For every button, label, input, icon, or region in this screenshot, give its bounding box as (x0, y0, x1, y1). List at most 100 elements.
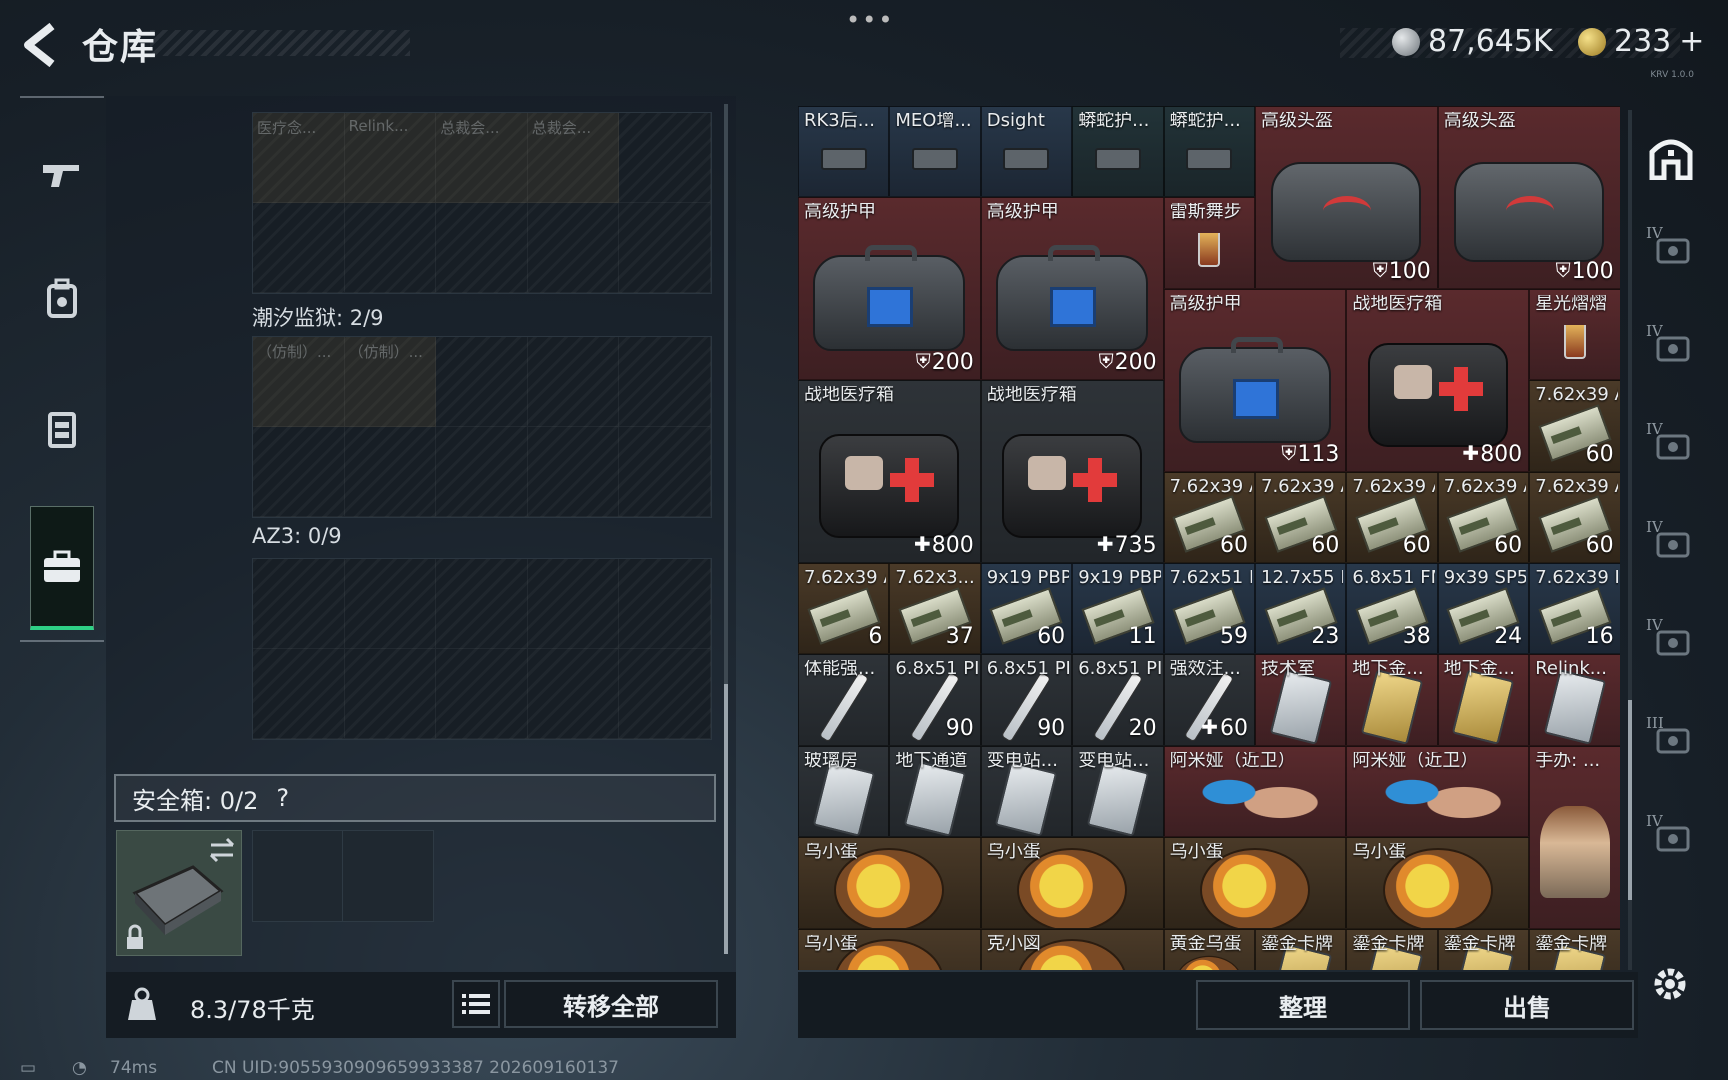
safebox-item[interactable] (116, 830, 242, 956)
right-nav-category[interactable]: IV (1644, 512, 1698, 572)
inventory-item[interactable]: Relink... (1529, 654, 1620, 746)
right-nav-category[interactable]: IV (1644, 414, 1698, 474)
sell-button[interactable]: 出售 (1420, 980, 1634, 1030)
inventory-item[interactable]: 玻璃房 (798, 745, 890, 838)
inventory-item[interactable]: 乌小蛋 (980, 837, 1164, 929)
grid-cell[interactable] (436, 203, 528, 293)
grid-cell[interactable]: 医疗念... (253, 113, 345, 203)
right-nav-category[interactable]: IV (1644, 218, 1698, 278)
grid-cell[interactable] (436, 337, 528, 427)
inventory-item[interactable]: 6.8x51 PI 90 (980, 654, 1073, 746)
grid-cell[interactable] (619, 337, 711, 427)
add-currency-button[interactable]: + (1679, 24, 1704, 59)
inventory-item[interactable]: 7.62x39 AP 60 (1437, 471, 1530, 563)
inventory-item[interactable]: 6.8x51 PI 20 (1072, 654, 1164, 746)
grid-cell[interactable] (253, 427, 345, 517)
grid-cell[interactable] (527, 427, 620, 517)
inventory-item[interactable]: 雷斯舞步 (1163, 197, 1255, 289)
grid-cell[interactable] (344, 649, 437, 739)
inventory-item[interactable]: 战地医疗箱 800 ✚ (1346, 288, 1530, 472)
grid-cell[interactable] (436, 427, 528, 517)
currency-gold[interactable]: 233 + (1578, 24, 1704, 59)
grid-cell[interactable] (436, 559, 528, 649)
settings-button[interactable] (1648, 962, 1692, 1010)
inventory-item[interactable]: 9x19 PBP 11 (1072, 563, 1164, 655)
grid-cell[interactable]: Relink... (344, 113, 437, 203)
inventory-item[interactable]: 战地医疗箱 800 ✚ (798, 380, 981, 563)
inventory-item[interactable]: 7.62x39 AP 60 (1255, 471, 1347, 563)
inventory-item[interactable]: 高级护甲 200 ⛨ (798, 197, 981, 381)
inventory-grid[interactable]: RK3后... MEO增... Dsight 蟒蛇护... 蟒蛇护... 高级头盔 100 ⛨… (798, 106, 1620, 970)
inventory-item[interactable]: 体能强... (798, 654, 890, 746)
inventory-item[interactable]: 6.8x51 FMJ 38 (1346, 563, 1438, 655)
inventory-item[interactable]: 星光熠熠 (1529, 288, 1620, 381)
container-grid-2[interactable]: （仿制）... （仿制）... (252, 336, 712, 518)
inventory-item[interactable]: 技术室 (1255, 654, 1347, 746)
grid-cell[interactable] (253, 649, 345, 739)
grid-cell[interactable] (253, 203, 345, 293)
nav-equipment[interactable] (20, 248, 104, 348)
sort-button[interactable]: 整理 (1196, 980, 1410, 1030)
inventory-item[interactable]: 乌小蛋 (1346, 837, 1530, 929)
inventory-item[interactable]: 地下通道 (889, 745, 981, 838)
inventory-item[interactable]: 9x39 SP5 24 (1437, 563, 1530, 655)
grid-cell[interactable] (253, 559, 345, 649)
grid-cell[interactable] (527, 337, 620, 427)
grid-cell[interactable] (527, 559, 620, 649)
grid-cell[interactable] (436, 649, 528, 739)
nav-vest[interactable] (20, 378, 104, 478)
inventory-item[interactable]: 高级护甲 113 ⛨ (1163, 288, 1347, 472)
inventory-item[interactable]: 阿米娅（近卫） (1346, 745, 1530, 838)
inventory-item[interactable]: 高级头盔 100 ⛨ (1437, 106, 1620, 289)
inventory-item[interactable]: 手办: ... (1529, 745, 1620, 929)
inventory-item[interactable]: RK3后... (798, 106, 890, 198)
right-nav-category[interactable]: III (1644, 708, 1698, 768)
grid-cell[interactable] (619, 559, 711, 649)
grid-cell[interactable] (619, 203, 711, 293)
inventory-item[interactable]: 鎏金卡牌 (1437, 928, 1530, 970)
inventory-item[interactable]: 6.8x51 PI 90 (889, 654, 981, 746)
inventory-item[interactable]: 7.62x39 AP 6 (798, 563, 890, 655)
inventory-item[interactable]: 鎏金卡牌 (1529, 928, 1620, 970)
inventory-item[interactable]: 乌小蛋 (798, 837, 981, 929)
inventory-item[interactable]: 9x19 PBP 60 (980, 563, 1073, 655)
container-grid-1[interactable]: 医疗念... Relink... 总裁会... 总裁会... (252, 112, 712, 294)
right-nav-category[interactable]: IV (1644, 610, 1698, 670)
inventory-item[interactable]: Dsight (980, 106, 1073, 198)
inventory-item[interactable]: 7.62x39 AP 60 (1529, 380, 1620, 472)
back-button[interactable] (18, 20, 62, 70)
more-dots-icon[interactable]: ••• (846, 6, 894, 34)
safebox-empty-slots[interactable] (252, 830, 434, 922)
grid-cell[interactable] (344, 203, 437, 293)
scroll-thumb[interactable] (724, 684, 728, 954)
right-nav-category[interactable]: IV (1644, 806, 1698, 866)
right-nav-home[interactable] (1644, 128, 1698, 188)
grid-cell[interactable]: 总裁会... (527, 113, 620, 203)
inventory-item[interactable]: 乌小蛋 (1163, 837, 1347, 929)
inventory-item[interactable]: 蟒蛇护... (1072, 106, 1164, 198)
grid-cell[interactable]: （仿制）... (344, 337, 437, 427)
inventory-item[interactable]: 变电站... (980, 745, 1073, 838)
inventory-item[interactable]: 7.62x39 AP 60 (1163, 471, 1255, 563)
grid-cell[interactable] (527, 649, 620, 739)
inventory-item[interactable]: 高级护甲 200 ⛨ (980, 197, 1164, 381)
help-icon[interactable]: ? (276, 784, 289, 812)
nav-case[interactable] (30, 506, 94, 630)
container-grid-3[interactable] (252, 558, 712, 740)
inventory-scroll-thumb[interactable] (1628, 700, 1632, 900)
inventory-item[interactable]: 7.62x39 AP 60 (1529, 471, 1620, 563)
transfer-all-button[interactable]: 转移全部 (504, 980, 718, 1028)
grid-cell[interactable] (619, 113, 711, 203)
grid-cell[interactable]: 总裁会... (436, 113, 528, 203)
list-view-button[interactable] (452, 980, 500, 1028)
grid-cell[interactable] (619, 649, 711, 739)
grid-cell[interactable] (527, 203, 620, 293)
container-scrollbar[interactable] (724, 104, 728, 954)
inventory-item[interactable]: MEO增... (889, 106, 981, 198)
grid-cell[interactable] (619, 427, 711, 517)
inventory-item[interactable]: 7.62x3... AP SUB 37 (889, 563, 981, 655)
inventory-item[interactable]: 7.62x39 AP 60 (1346, 471, 1438, 563)
inventory-item[interactable]: 鎏金卡牌 (1346, 928, 1438, 970)
inventory-item[interactable]: 变电站... (1072, 745, 1164, 838)
inventory-item[interactable]: 鎏金卡牌 (1255, 928, 1347, 970)
